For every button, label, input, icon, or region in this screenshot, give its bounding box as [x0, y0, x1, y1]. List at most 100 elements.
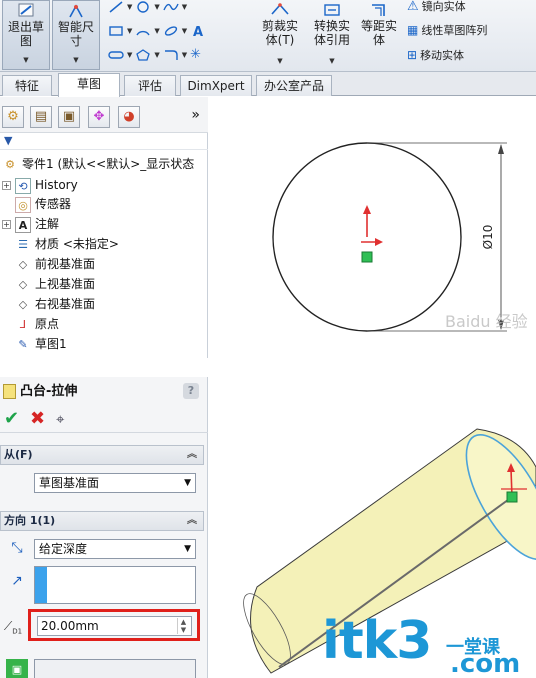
direction1-group-header[interactable]: 方向 1(1) ︽ — [0, 511, 204, 531]
graphics-area-sketch[interactable]: Ø10 Baidu 经验 — [209, 97, 536, 358]
diameter-dimension-label[interactable]: Ø10 — [481, 225, 495, 250]
text-tool-icon: A — [193, 25, 203, 38]
material-icon: ☰ — [18, 237, 28, 251]
tab-office-products[interactable]: 办公室产品 — [256, 75, 332, 96]
tree-item-label: 前视基准面 — [35, 257, 96, 271]
rectangle-tool[interactable]: ▼ ▼ ▼ A — [108, 24, 208, 38]
sketch-canvas[interactable]: Ø10 Baidu 经验 — [209, 97, 536, 358]
chevron-down-icon: ▼ — [154, 27, 160, 35]
tree-item-label: 右视基准面 — [35, 297, 96, 311]
tree-item-front-plane[interactable]: ◇ 前视基准面 — [15, 255, 95, 274]
from-group-header[interactable]: 从(F) ︽ — [0, 445, 204, 465]
ok-check-icon[interactable]: ✔ — [4, 409, 19, 429]
mirror-icon: ⚠ — [407, 0, 419, 14]
preview-glasses-icon[interactable]: ⌖ — [56, 409, 64, 429]
filter-icon: ▼ — [4, 134, 13, 147]
tree-root-label: 零件1 (默认<<默认>_显示状态 — [22, 157, 195, 171]
more-tabs-button[interactable]: » — [191, 107, 200, 123]
tree-item-annotations[interactable]: + A 注解 — [2, 215, 59, 234]
linear-pattern-icon: ▦ — [407, 23, 419, 37]
linear-pattern-button[interactable]: ▦ 线性草图阵列 — [407, 22, 487, 38]
tree-item-label: 材质 <未指定> — [35, 237, 119, 251]
expand-icon[interactable]: + — [2, 181, 11, 190]
tab-features[interactable]: 特征 — [2, 75, 52, 96]
origin-point-marker[interactable] — [506, 491, 518, 503]
convert-entities-button[interactable]: 转换实 体引用 ▼ — [307, 0, 357, 70]
tab-dimxpert[interactable]: DimXpert — [180, 75, 252, 96]
baidu-watermark: Baidu 经验 — [445, 312, 528, 331]
plane-icon: ◇ — [18, 277, 28, 291]
chevron-down-icon: ▼ — [181, 27, 188, 35]
tree-item-top-plane[interactable]: ◇ 上视基准面 — [15, 275, 95, 294]
expand-icon[interactable]: + — [2, 220, 11, 229]
collapse-icon: ︽ — [187, 515, 197, 526]
offset-entities-button[interactable]: 等距实 体 — [357, 0, 401, 70]
origin-icon: ⅃ — [19, 317, 27, 331]
tree-item-sketch1[interactable]: ✎ 草图1 — [15, 335, 67, 354]
help-button[interactable]: ? — [183, 383, 199, 399]
command-tabs: 特征 草图 评估 DimXpert 办公室产品 — [0, 72, 536, 97]
draft-icon[interactable]: ▣ — [6, 659, 28, 678]
tree-item-history[interactable]: + ⟲ History — [2, 176, 78, 195]
reverse-direction-icon[interactable]: ⤡ — [6, 537, 28, 559]
tree-item-label: 草图1 — [35, 337, 67, 351]
draft-field[interactable] — [34, 659, 196, 678]
convert-label-1: 转换实 — [313, 19, 350, 33]
tree-root-part[interactable]: ⚙ 零件1 (默认<<默认>_显示状态 — [2, 155, 194, 174]
tree-item-origin[interactable]: ⅃ 原点 — [15, 315, 59, 334]
configuration-manager-tab-icon[interactable]: ▣ — [58, 106, 80, 128]
linear-pattern-label: 线性草图阵列 — [421, 24, 488, 37]
property-manager-title: 凸台-拉伸 — [20, 384, 78, 399]
trim-entities-button[interactable]: 剪裁实 体(T) ▼ — [253, 0, 307, 70]
origin-point-marker[interactable] — [361, 251, 373, 263]
cancel-x-icon[interactable]: ✖ — [30, 409, 45, 429]
tree-filter[interactable]: ▼ — [0, 134, 208, 150]
mirror-label: 镜向实体 — [421, 0, 466, 13]
slot-icon — [108, 50, 124, 59]
line-icon — [109, 1, 123, 13]
feature-manager-tab-icon[interactable]: ⚙ — [2, 106, 24, 128]
fillet-icon — [164, 49, 178, 60]
tree-item-sensors[interactable]: ◎ 传感器 — [15, 195, 71, 214]
tab-sketch[interactable]: 草图 — [58, 73, 120, 97]
circle-icon — [137, 1, 150, 13]
ellipse-icon — [164, 26, 177, 36]
smart-dimension-label-1: 智能尺 — [57, 20, 94, 34]
chevron-down-icon: ▼ — [181, 3, 188, 11]
tree-item-label: 上视基准面 — [35, 277, 96, 291]
smart-dimension-button[interactable]: 智能尺 寸 ▼ — [52, 0, 100, 70]
depth-spinner[interactable]: ▲ ▼ — [177, 618, 189, 634]
dimxpert-manager-tab-icon[interactable]: ✥ — [88, 106, 110, 128]
tree-item-right-plane[interactable]: ◇ 右视基准面 — [15, 295, 95, 314]
chevron-down-icon: ▼ — [154, 50, 160, 59]
tab-evaluate[interactable]: 评估 — [124, 75, 176, 96]
line-tool[interactable]: ▼ ▼ ▼ — [108, 1, 187, 13]
exit-sketch-button[interactable]: 退出草 图 ▼ — [2, 0, 50, 70]
manager-tab-bar: ⚙ ▤ ▣ ✥ ◕ » — [0, 97, 208, 133]
mirror-entities-button[interactable]: ⚠ 镜向实体 — [407, 0, 466, 14]
from-select-value: 草图基准面 — [39, 476, 100, 490]
svg-text:A: A — [193, 25, 203, 38]
tree-item-label: 注解 — [35, 217, 60, 231]
end-condition-select[interactable]: 给定深度 ▼ — [34, 539, 196, 559]
exit-sketch-label-1: 退出草 — [7, 20, 44, 34]
point-icon: ✳ — [190, 47, 202, 62]
sketch-icon: ✎ — [18, 337, 28, 351]
direction-selection-box[interactable] — [34, 566, 196, 604]
slot-tool[interactable]: ▼ ▼ ▼ ✳ — [108, 47, 201, 62]
offset-label-2: 体 — [372, 33, 385, 47]
chevron-down-icon: ▼ — [127, 27, 133, 35]
chevron-down-icon: ▼ — [329, 57, 335, 65]
direction1-group-label: 方向 1(1) — [4, 514, 56, 527]
spline-icon — [163, 3, 179, 11]
display-manager-tab-icon[interactable]: ◕ — [118, 106, 140, 128]
arc-icon — [136, 30, 150, 36]
history-icon: ⟲ — [15, 177, 31, 194]
from-select[interactable]: 草图基准面 ▼ — [34, 473, 196, 493]
smart-dimension-icon — [69, 4, 83, 18]
property-manager-tab-icon[interactable]: ▤ — [30, 106, 52, 128]
tree-item-material[interactable]: ☰ 材质 <未指定> — [15, 235, 119, 254]
depth-input[interactable]: 20.00mm ▲ ▼ — [37, 616, 192, 636]
move-entities-button[interactable]: ⊞ 移动实体 — [407, 47, 464, 63]
polygon-icon — [136, 48, 151, 61]
